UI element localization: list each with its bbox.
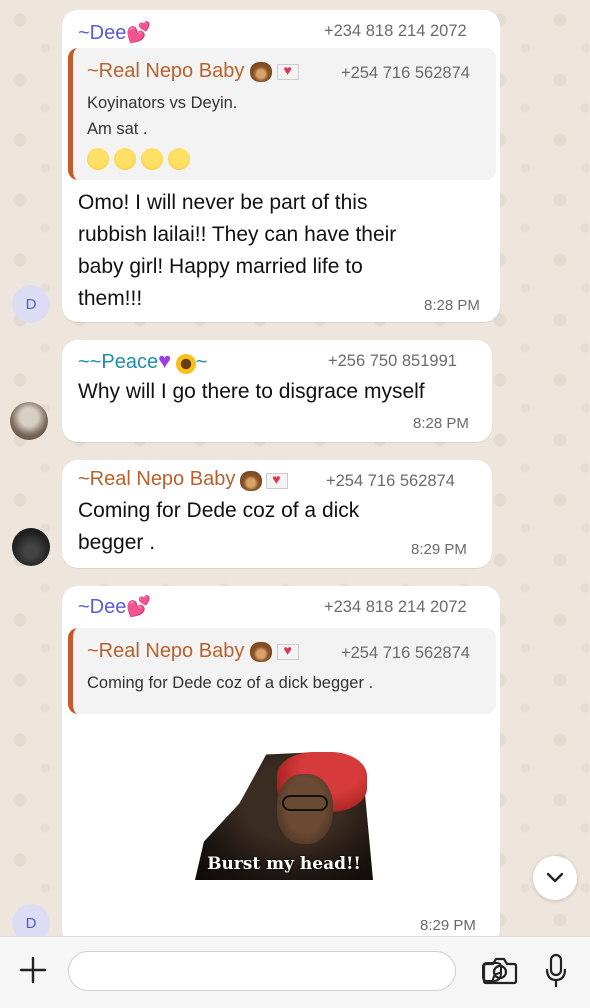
- bear-emoji-icon: [249, 61, 272, 82]
- microphone-icon[interactable]: [544, 953, 568, 989]
- scroll-down-button[interactable]: [533, 856, 577, 900]
- message-time: 8:28 PM: [424, 297, 480, 314]
- sender-name[interactable]: ~Dee💕: [78, 20, 151, 45]
- sender-name[interactable]: ~~Peace♥ ~: [78, 348, 207, 374]
- heart-emoji-icon: 💕: [126, 596, 152, 618]
- quoted-phone: +254 716 562874: [341, 644, 470, 662]
- sticker-caption: Burst my head!!: [207, 854, 361, 874]
- quoted-sender: ~Real Nepo Baby: [87, 640, 300, 663]
- avatar[interactable]: D: [12, 285, 50, 323]
- message-text-line: Omo! I will never be part of this: [78, 191, 368, 214]
- message-text-line: them!!!: [78, 287, 143, 310]
- message-input[interactable]: [68, 951, 502, 991]
- message-bubble[interactable]: ~~Peace♥ ~ +256 750 851991 Why will I go…: [62, 340, 492, 442]
- love-letter-emoji-icon: [266, 471, 289, 489]
- sunflower-emoji-icon: [175, 353, 196, 374]
- message-text-line: baby girl! Happy married life to: [78, 255, 363, 278]
- message-time: 8:29 PM: [411, 541, 467, 558]
- quoted-text-line: Koyinators vs Deyin.: [87, 94, 238, 112]
- quoted-phone: +254 716 562874: [341, 64, 470, 82]
- message-bubble[interactable]: ~Real Nepo Baby +254 716 562874 Coming f…: [62, 460, 492, 568]
- message-time: 8:29 PM: [420, 917, 476, 934]
- message-time: 8:28 PM: [413, 415, 469, 432]
- avatar[interactable]: [10, 402, 48, 440]
- message-text-line: rubbish lailai!! They can have their: [78, 223, 397, 246]
- rolling-laughing-emoji-icon: [114, 148, 136, 170]
- quoted-text-line: Coming for Dede coz of a dick begger .: [87, 674, 374, 692]
- sender-name[interactable]: ~Dee💕: [78, 594, 151, 619]
- message-text-line: Coming for Dede coz of a dick: [78, 499, 360, 522]
- bear-emoji-icon: [249, 641, 272, 662]
- message-bubble[interactable]: ~Dee💕 +234 818 214 2072 ~Real Nepo Baby …: [62, 10, 500, 322]
- chevron-down-icon: [546, 872, 564, 883]
- sticker-image[interactable]: Burst my head!!: [195, 752, 373, 880]
- avatar[interactable]: D: [12, 904, 50, 936]
- sender-phone: +234 818 214 2072: [324, 22, 467, 40]
- sender-name[interactable]: ~Real Nepo Baby: [78, 468, 289, 491]
- rolling-laughing-emoji-icon: [87, 148, 109, 170]
- quoted-message[interactable]: ~Real Nepo Baby +254 716 562874 Koyinato…: [68, 48, 496, 180]
- bear-emoji-icon: [239, 470, 262, 491]
- rolling-laughing-emoji-icon: [168, 148, 190, 170]
- plus-icon[interactable]: [18, 955, 48, 985]
- avatar[interactable]: [12, 528, 50, 566]
- camera-icon[interactable]: [482, 956, 518, 986]
- heart-emoji-icon: 💕: [126, 22, 152, 44]
- quoted-message[interactable]: ~Real Nepo Baby +254 716 562874 Coming f…: [68, 628, 496, 714]
- sender-phone: +254 716 562874: [326, 472, 455, 490]
- love-letter-emoji-icon: [277, 642, 300, 660]
- sticker-glasses: [282, 795, 328, 811]
- purple-heart-emoji-icon: ♥: [158, 348, 172, 373]
- message-text-line: Why will I go there to disgrace myself: [78, 380, 425, 403]
- rolling-laughing-emoji-icon: [141, 148, 163, 170]
- quoted-sender: ~Real Nepo Baby: [87, 60, 300, 83]
- laughing-emojis: [87, 148, 195, 170]
- quoted-text-line: Am sat .: [87, 120, 148, 138]
- sender-phone: +234 818 214 2072: [324, 598, 467, 616]
- chat-area[interactable]: ~Dee💕 +234 818 214 2072 ~Real Nepo Baby …: [0, 0, 590, 936]
- love-letter-emoji-icon: [277, 62, 300, 80]
- sender-phone: +256 750 851991: [328, 352, 457, 370]
- message-text-line: begger .: [78, 531, 156, 554]
- message-composer: [0, 936, 590, 1008]
